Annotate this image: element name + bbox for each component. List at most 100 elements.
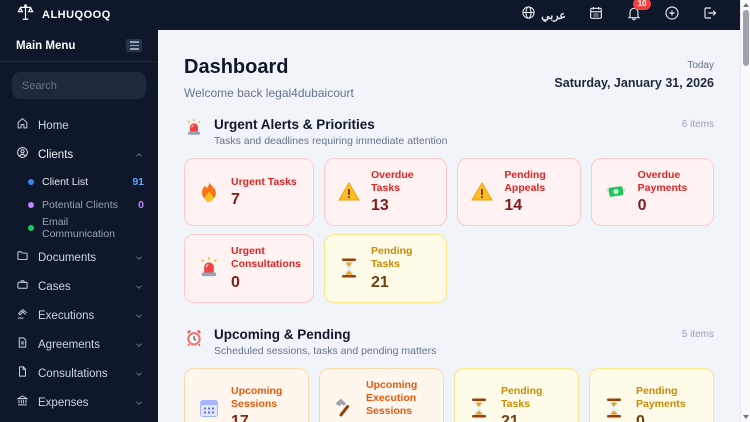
main-content: Dashboard Welcome back legal4dubaicourt … (158, 30, 740, 422)
brand-logo: ALHUQOOQ (0, 3, 158, 27)
potential-clients-count-badge: 0 (138, 198, 144, 211)
calendar-icon (588, 5, 604, 26)
card-upcoming-execution-sessions[interactable]: Upcoming Execution Sessions 0 (319, 367, 444, 422)
scroll-up-arrow-icon[interactable] (741, 0, 750, 10)
home-icon (16, 117, 29, 135)
chevron-down-icon (134, 340, 144, 350)
card-upcoming-sessions[interactable]: Upcoming Sessions 17 (184, 367, 309, 422)
scales-logo-icon (16, 3, 35, 27)
welcome-text: Welcome back legal4dubaicourt (184, 86, 354, 100)
card-label: Overdue Tasks (371, 169, 414, 195)
sidebar-item-label: Executions (38, 309, 95, 322)
sidebar-item-label: Documents (38, 251, 97, 264)
sidebar-item-potential-clients[interactable]: Potential Clients 0 (0, 193, 158, 216)
urgent-cards-grid: Urgent Tasks 7 Overdue Tasks 13 Pending … (184, 158, 714, 303)
card-value: 7 (231, 190, 240, 208)
sidebar-item-label: Agreements (38, 338, 101, 351)
current-date: Saturday, January 31, 2026 (554, 76, 714, 90)
card-label: Pending Appeals (504, 169, 546, 195)
page-title: Dashboard (184, 56, 289, 78)
sidebar-item-label: Home (38, 119, 69, 132)
card-label: Pending Tasks (371, 245, 413, 271)
section-upcoming-pending: Upcoming & Pending Scheduled sessions, t… (184, 327, 714, 422)
card-urgent-tasks[interactable]: Urgent Tasks 7 (184, 158, 314, 227)
scroll-down-arrow-icon[interactable] (741, 412, 750, 422)
search-input[interactable] (22, 79, 158, 92)
add-new-button[interactable] (664, 5, 680, 26)
card-overdue-payments[interactable]: Overdue Payments 0 (590, 158, 714, 227)
card-value: 0 (231, 273, 240, 291)
vertical-scrollbar[interactable] (740, 0, 750, 422)
card-value: 21 (501, 413, 519, 422)
chevron-down-icon (134, 282, 144, 292)
sidebar-item-consultations[interactable]: Consultations (0, 359, 158, 388)
clients-submenu: Client List 91 Potential Clients 0 Email… (0, 170, 158, 240)
card-pending-tasks[interactable]: Pending Tasks 21 (324, 234, 448, 303)
top-bar: ALHUQOOQ عربي 10 (0, 0, 740, 30)
sidebar-header: Main Menu (0, 30, 158, 62)
hourglass-icon (337, 256, 361, 280)
notifications-button[interactable]: 10 (626, 0, 651, 26)
calendar-icon (197, 396, 221, 420)
card-pending-payments[interactable]: Pending Payments 0 (589, 367, 714, 422)
card-value: 17 (231, 413, 249, 422)
sidebar-item-label: Expenses (38, 396, 89, 409)
main-menu-label: Main Menu (16, 39, 76, 52)
card-value: 14 (504, 197, 523, 215)
section-header: Upcoming & Pending Scheduled sessions, t… (184, 327, 714, 357)
blue-dot-icon (28, 178, 34, 185)
siren-icon (184, 117, 206, 143)
sidebar-item-label: Consultations (38, 367, 108, 380)
sidebar-item-home[interactable]: Home (0, 111, 158, 140)
sidebar-item-clients[interactable]: Clients (0, 140, 158, 169)
notification-count-badge: 10 (633, 0, 651, 10)
card-value: 13 (371, 197, 389, 215)
sidebar-item-executions[interactable]: Executions (0, 301, 158, 330)
sidebar-item-documents[interactable]: Documents (0, 243, 158, 272)
sidebar-item-expenses[interactable]: Expenses (0, 388, 158, 417)
page-header: Dashboard Welcome back legal4dubaicourt … (184, 56, 714, 100)
calendar-button[interactable] (588, 5, 604, 26)
card-urgent-consultations[interactable]: Urgent Consultations 0 (184, 234, 314, 303)
section-urgent-alerts: Urgent Alerts & Priorities Tasks and dea… (184, 117, 714, 303)
clients-icon (16, 146, 29, 164)
chevron-down-icon (134, 369, 144, 379)
today-label: Today (687, 60, 714, 71)
brand-name: ALHUQOOQ (42, 9, 111, 21)
card-pending-tasks[interactable]: Pending Tasks 21 (454, 367, 579, 422)
sidebar-item-agreements[interactable]: Agreements (0, 330, 158, 359)
alarm-clock-icon (184, 327, 206, 353)
green-dot-icon (28, 224, 34, 231)
warning-icon (337, 180, 361, 204)
collapse-menu-icon[interactable] (126, 39, 142, 52)
hourglass-icon (602, 396, 626, 420)
globe-icon (521, 5, 536, 25)
scrollbar-thumb[interactable] (743, 10, 749, 66)
file-text-icon (16, 336, 29, 354)
sidebar-item-cases[interactable]: Cases (0, 272, 158, 301)
client-list-count-badge: 91 (132, 175, 144, 188)
sidebar-item-email-communication[interactable]: Email Communication (0, 216, 158, 240)
section-subtitle: Scheduled sessions, tasks and pending ma… (214, 344, 437, 357)
section-title: Urgent Alerts & Priorities (214, 117, 375, 132)
card-pending-appeals[interactable]: Pending Appeals 14 (457, 158, 581, 227)
card-overdue-tasks[interactable]: Overdue Tasks 13 (324, 158, 448, 227)
section-subtitle: Tasks and deadlines requiring immediate … (214, 135, 448, 147)
logout-button[interactable] (702, 5, 718, 26)
sidebar-item-client-list[interactable]: Client List 91 (0, 170, 158, 193)
sidebar-search[interactable] (12, 72, 158, 99)
card-value: 0 (637, 197, 647, 215)
purple-dot-icon (28, 201, 34, 208)
logout-icon (702, 5, 718, 26)
card-label: Upcoming Sessions (231, 385, 283, 411)
section-items-count: 6 items (681, 119, 714, 130)
chevron-down-icon (134, 253, 144, 263)
sidebar-nav: Home Clients Client List 91 Potential Cl… (0, 107, 158, 422)
section-items-count: 5 items (681, 328, 714, 340)
language-switcher[interactable]: عربي (521, 5, 566, 25)
chevron-up-icon (134, 150, 144, 160)
sidebar-item-inbox[interactable]: Inbox (0, 417, 158, 422)
sidebar-item-label: Cases (38, 280, 71, 293)
bank-icon (16, 394, 29, 412)
card-label: Urgent Consultations (231, 245, 301, 271)
